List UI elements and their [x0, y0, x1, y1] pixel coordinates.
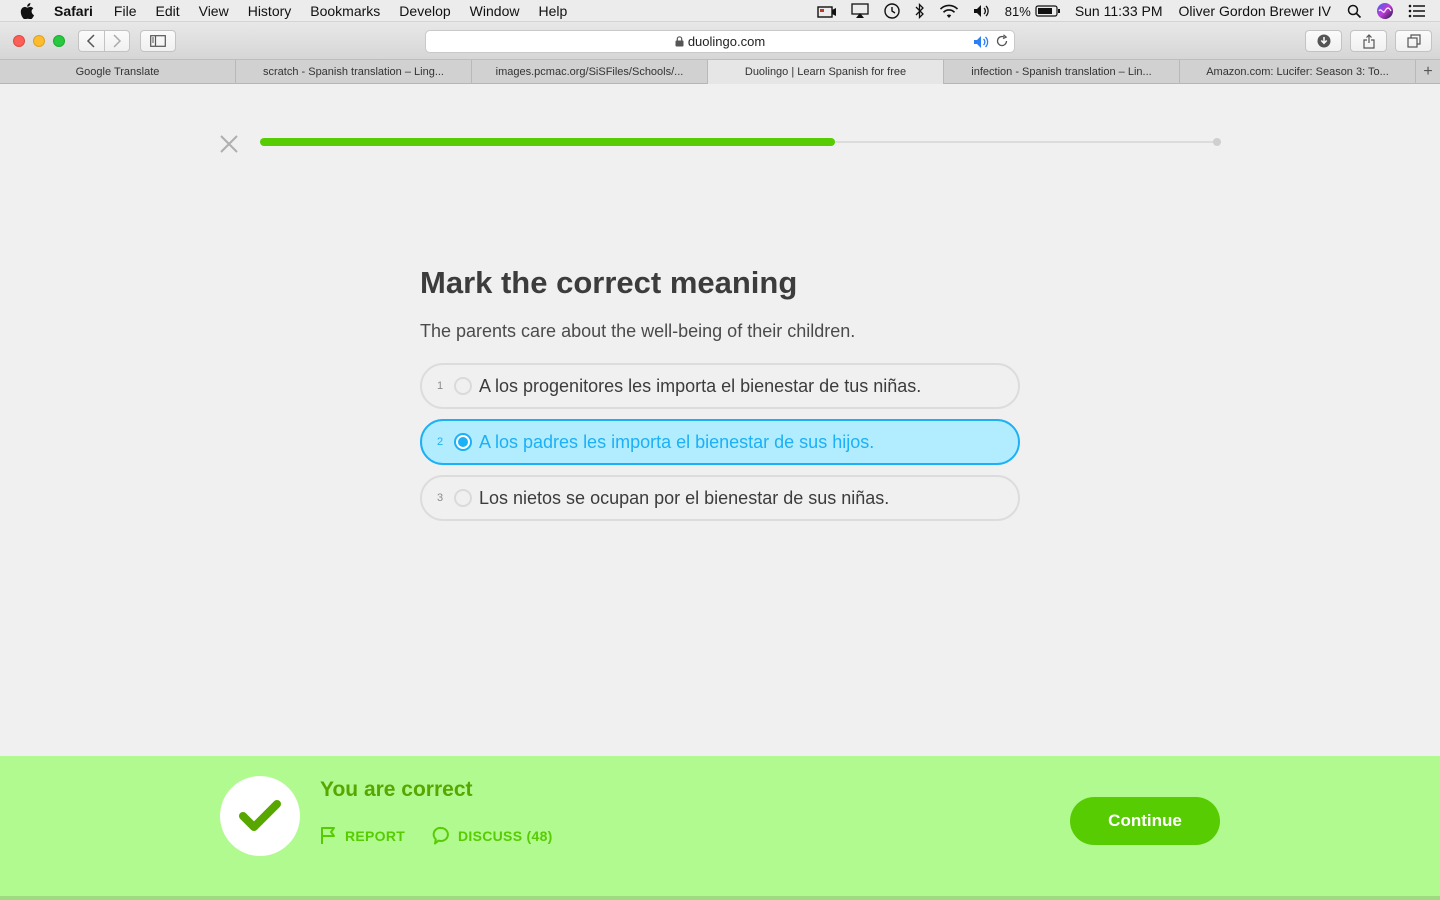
new-tab-button[interactable]: + [1416, 60, 1440, 83]
lesson-progress-fill [260, 138, 835, 146]
share-button[interactable] [1350, 30, 1387, 52]
correct-badge [220, 776, 300, 856]
address-bar[interactable]: duolingo.com [425, 30, 1015, 53]
tab-title: Amazon.com: Lucifer: Season 3: To... [1206, 66, 1389, 78]
window-close-button[interactable] [13, 35, 25, 47]
radio-button[interactable] [454, 377, 472, 395]
reload-icon[interactable] [995, 34, 1009, 51]
report-button[interactable]: REPORT [320, 826, 405, 845]
lesson-page: Mark the correct meaning The parents car… [0, 85, 1440, 756]
sidebar-toggle-button[interactable] [140, 30, 176, 52]
challenge-sentence: The parents care about the well-being of… [420, 321, 856, 341]
flag-icon [320, 826, 337, 845]
show-all-tabs-button[interactable] [1395, 30, 1432, 52]
discuss-button[interactable]: DISCUSS (48) [432, 826, 553, 845]
choice-label: Los nietos se ocupan por el bienestar de… [479, 487, 890, 508]
notification-center-icon[interactable] [1408, 0, 1426, 22]
spotlight-search-icon[interactable] [1347, 0, 1362, 22]
tabs-overview-icon [1406, 34, 1421, 48]
screen-recorder-icon[interactable] [817, 0, 837, 22]
menu-develop[interactable]: Develop [399, 3, 450, 19]
menu-file[interactable]: File [114, 3, 137, 19]
choice-number: 1 [437, 380, 444, 392]
menubar-clock[interactable]: Sun 11:33 PM [1075, 3, 1163, 19]
menu-window[interactable]: Window [470, 3, 520, 19]
browser-tab[interactable]: Amazon.com: Lucifer: Season 3: To... [1180, 60, 1416, 84]
browser-tab[interactable]: scratch - Spanish translation – Ling... [236, 60, 472, 84]
tab-title: Duolingo | Learn Spanish for free [744, 66, 907, 78]
chevron-left-icon [87, 34, 95, 48]
browser-tab[interactable]: images.pcmac.org/SiSFiles/Schools/... [472, 60, 708, 84]
menu-bar: Safari File Edit View History Bookmarks … [0, 0, 1440, 22]
window-minimize-button[interactable] [33, 35, 45, 47]
chevron-right-icon [113, 34, 121, 48]
radio-button-selected[interactable] [454, 433, 472, 451]
tab-title: images.pcmac.org/SiSFiles/Schools/... [495, 66, 684, 78]
address-url: duolingo.com [687, 34, 766, 49]
sidebar-icon [150, 35, 166, 47]
downloads-button[interactable] [1305, 30, 1342, 52]
result-title: You are correct [320, 778, 473, 801]
answer-choice-2[interactable]: 2 A los padres les importa el bienestar … [420, 419, 1020, 465]
menu-history[interactable]: History [248, 3, 292, 19]
lesson-progress-end [1213, 138, 1221, 146]
bluetooth-icon[interactable] [915, 0, 925, 22]
window-zoom-button[interactable] [53, 35, 65, 47]
challenge-title: Mark the correct meaning [420, 265, 798, 300]
radio-button[interactable] [454, 489, 472, 507]
wifi-icon[interactable] [939, 0, 959, 22]
browser-toolbar: duolingo.com [0, 22, 1440, 60]
back-button[interactable] [79, 31, 104, 51]
airplay-icon[interactable] [851, 0, 869, 22]
menu-help[interactable]: Help [538, 3, 567, 19]
answer-choice-1[interactable]: 1 A los progenitores les importa el bien… [420, 363, 1020, 409]
volume-icon[interactable] [973, 0, 991, 22]
battery-percent: 81% [1004, 3, 1031, 19]
tab-title: scratch - Spanish translation – Ling... [263, 66, 444, 78]
browser-tab[interactable]: Google Translate [0, 60, 236, 84]
history-navigation [78, 30, 130, 52]
report-label: REPORT [345, 827, 406, 844]
menu-view[interactable]: View [199, 3, 229, 19]
tab-title: Google Translate [75, 66, 160, 78]
checkmark-icon [239, 800, 281, 831]
close-icon [220, 135, 238, 153]
choice-number: 2 [437, 436, 444, 448]
tab-bar: Google Translate scratch - Spanish trans… [0, 60, 1440, 84]
battery-icon[interactable] [1035, 0, 1061, 22]
lesson-progress-bar [260, 138, 1221, 146]
speech-bubble-icon [432, 826, 450, 845]
quit-lesson-button[interactable] [220, 135, 238, 153]
time-machine-icon[interactable] [883, 0, 901, 22]
choice-label: A los padres les importa el bienestar de… [479, 431, 875, 452]
browser-tab[interactable]: infection - Spanish translation – Lin... [944, 60, 1180, 84]
siri-icon[interactable] [1376, 0, 1394, 22]
choice-label: A los progenitores les importa el bienes… [479, 375, 922, 396]
menu-bookmarks[interactable]: Bookmarks [310, 3, 380, 19]
answer-choice-3[interactable]: 3 Los nietos se ocupan por el bienestar … [420, 475, 1020, 521]
tab-title: infection - Spanish translation – Lin... [971, 66, 1152, 78]
choice-number: 3 [437, 492, 444, 504]
discuss-label: DISCUSS (48) [458, 827, 553, 844]
footer-bottom-edge [0, 896, 1440, 900]
menu-app-name[interactable]: Safari [54, 3, 93, 19]
menubar-user[interactable]: Oliver Gordon Brewer IV [1179, 3, 1332, 19]
browser-tab-active[interactable]: Duolingo | Learn Spanish for free [708, 60, 944, 84]
forward-button[interactable] [103, 31, 130, 51]
continue-button[interactable]: Continue [1070, 797, 1220, 845]
share-icon [1362, 33, 1375, 49]
feedback-panel: You are correct REPORT DISCUSS (48) Cont… [0, 756, 1440, 896]
apple-menu-icon[interactable] [20, 2, 36, 19]
download-icon [1317, 34, 1330, 48]
lock-icon [675, 36, 684, 47]
menu-edit[interactable]: Edit [155, 3, 179, 19]
tab-audio-icon[interactable] [973, 35, 990, 52]
